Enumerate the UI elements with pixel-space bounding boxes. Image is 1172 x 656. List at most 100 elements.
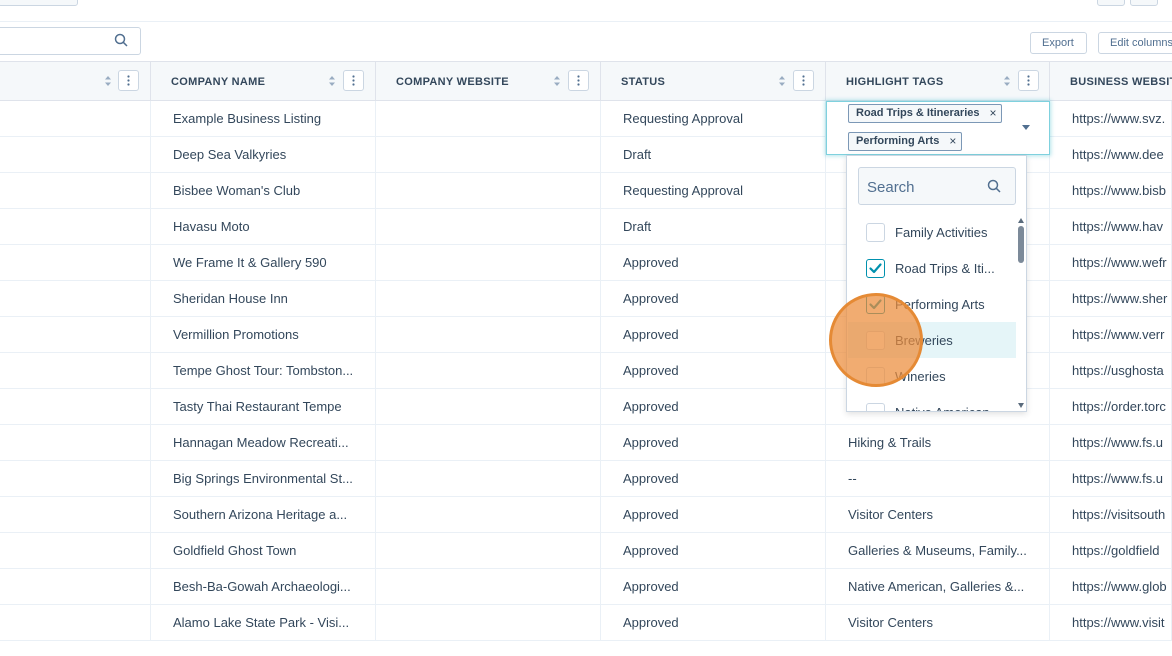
tag-chip[interactable]: Road Trips & Itineraries ×: [848, 104, 1003, 123]
cell-status[interactable]: Approved: [601, 605, 826, 641]
table-row[interactable]: Hannagan Meadow Recreati... Approved Hikin…: [0, 425, 1172, 461]
chevron-down-icon[interactable]: [1022, 125, 1030, 130]
column-header-first[interactable]: [0, 62, 151, 101]
column-options-icon[interactable]: [568, 70, 589, 91]
column-header-business-website[interactable]: BUSINESS WEBSIT: [1050, 62, 1172, 101]
cell-business-website[interactable]: https://www.visit: [1050, 605, 1172, 641]
cell-company-name[interactable]: Bisbee Woman's Club: [151, 173, 376, 209]
cell-first[interactable]: [0, 317, 151, 353]
cell-company-name[interactable]: Vermillion Promotions: [151, 317, 376, 353]
top-right-button[interactable]: [1097, 0, 1125, 6]
cell-first[interactable]: [0, 533, 151, 569]
cell-status[interactable]: Requesting Approval: [601, 173, 826, 209]
cell-first[interactable]: [0, 425, 151, 461]
cell-company-website[interactable]: [376, 569, 601, 605]
cell-company-website[interactable]: [376, 137, 601, 173]
cell-first[interactable]: [0, 569, 151, 605]
cell-company-name[interactable]: Example Business Listing: [151, 101, 376, 137]
cell-status[interactable]: Approved: [601, 425, 826, 461]
cell-first[interactable]: [0, 281, 151, 317]
dropdown-scrollbar[interactable]: [1016, 214, 1026, 411]
cell-first[interactable]: [0, 101, 151, 137]
cell-company-name[interactable]: Tasty Thai Restaurant Tempe: [151, 389, 376, 425]
cell-business-website[interactable]: https://www.fs.u: [1050, 425, 1172, 461]
cell-company-website[interactable]: [376, 209, 601, 245]
table-row[interactable]: Goldfield Ghost Town Approved Galleries & …: [0, 533, 1172, 569]
cell-status[interactable]: Approved: [601, 569, 826, 605]
cell-company-website[interactable]: [376, 353, 601, 389]
cell-company-name[interactable]: Tempe Ghost Tour: Tombston...: [151, 353, 376, 389]
cell-company-website[interactable]: [376, 173, 601, 209]
cell-status[interactable]: Draft: [601, 137, 826, 173]
scroll-up-icon[interactable]: [1018, 218, 1024, 223]
cell-business-website[interactable]: https://www.fs.u: [1050, 461, 1172, 497]
cell-business-website[interactable]: https://order.torc: [1050, 389, 1172, 425]
cell-first[interactable]: [0, 173, 151, 209]
cell-status[interactable]: Approved: [601, 533, 826, 569]
column-header-highlight-tags[interactable]: HIGHLIGHT TAGS: [826, 62, 1050, 101]
cell-company-name[interactable]: Big Springs Environmental St...: [151, 461, 376, 497]
cell-first[interactable]: [0, 137, 151, 173]
cell-company-name[interactable]: Sheridan House Inn: [151, 281, 376, 317]
cell-business-website[interactable]: https://www.bisb: [1050, 173, 1172, 209]
cell-highlight-tags[interactable]: Galleries & Museums, Family...: [826, 533, 1050, 569]
cell-highlight-tags[interactable]: --: [826, 461, 1050, 497]
cell-status[interactable]: Draft: [601, 209, 826, 245]
scroll-down-icon[interactable]: [1018, 403, 1024, 408]
cell-company-website[interactable]: [376, 101, 601, 137]
cell-company-website[interactable]: [376, 389, 601, 425]
cell-business-website[interactable]: https://www.sher: [1050, 281, 1172, 317]
cell-company-website[interactable]: [376, 605, 601, 641]
column-options-icon[interactable]: [118, 70, 139, 91]
checkbox[interactable]: [866, 403, 885, 411]
cell-company-name[interactable]: Goldfield Ghost Town: [151, 533, 376, 569]
sort-icon[interactable]: [1003, 75, 1013, 87]
sort-icon[interactable]: [104, 75, 114, 87]
table-row[interactable]: Big Springs Environmental St... Approved -…: [0, 461, 1172, 497]
top-left-button[interactable]: [0, 0, 78, 6]
column-options-icon[interactable]: [793, 70, 814, 91]
cell-company-website[interactable]: [376, 497, 601, 533]
cell-highlight-tags[interactable]: Visitor Centers: [826, 497, 1050, 533]
cell-first[interactable]: [0, 605, 151, 641]
cell-business-website[interactable]: https://www.svz.: [1050, 101, 1172, 137]
cell-status[interactable]: Approved: [601, 281, 826, 317]
remove-tag-icon[interactable]: ×: [949, 133, 956, 150]
cell-company-website[interactable]: [376, 317, 601, 353]
cell-company-name[interactable]: Hannagan Meadow Recreati...: [151, 425, 376, 461]
cell-company-name[interactable]: Southern Arizona Heritage a...: [151, 497, 376, 533]
cell-first[interactable]: [0, 461, 151, 497]
cell-status[interactable]: Requesting Approval: [601, 101, 826, 137]
cell-company-name[interactable]: Deep Sea Valkyries: [151, 137, 376, 173]
cell-business-website[interactable]: https://visitsouth: [1050, 497, 1172, 533]
cell-highlight-tags[interactable]: Hiking & Trails: [826, 425, 1050, 461]
column-header-company-website[interactable]: COMPANY WEBSITE: [376, 62, 601, 101]
column-header-company-name[interactable]: COMPANY NAME: [151, 62, 376, 101]
cell-status[interactable]: Approved: [601, 245, 826, 281]
checkbox[interactable]: [866, 259, 885, 278]
dropdown-option[interactable]: Family Activities: [848, 214, 1016, 250]
dropdown-option[interactable]: Road Trips & Iti...: [848, 250, 1016, 286]
column-options-icon[interactable]: [343, 70, 364, 91]
sort-icon[interactable]: [328, 75, 338, 87]
table-search-input[interactable]: [0, 27, 141, 55]
table-row[interactable]: Alamo Lake State Park - Visi... Approved V…: [0, 605, 1172, 641]
cell-company-website[interactable]: [376, 245, 601, 281]
export-button[interactable]: Export: [1030, 32, 1087, 54]
cell-business-website[interactable]: https://www.hav: [1050, 209, 1172, 245]
cell-company-name[interactable]: Havasu Moto: [151, 209, 376, 245]
column-header-status[interactable]: STATUS: [601, 62, 826, 101]
checkbox[interactable]: [866, 223, 885, 242]
cell-status[interactable]: Approved: [601, 497, 826, 533]
cell-first[interactable]: [0, 209, 151, 245]
cell-company-website[interactable]: [376, 425, 601, 461]
sort-icon[interactable]: [778, 75, 788, 87]
cell-business-website[interactable]: https://www.dee: [1050, 137, 1172, 173]
cell-company-website[interactable]: [376, 533, 601, 569]
cell-status[interactable]: Approved: [601, 317, 826, 353]
cell-business-website[interactable]: https://www.wefr: [1050, 245, 1172, 281]
cell-highlight-tags[interactable]: Visitor Centers: [826, 605, 1050, 641]
cell-company-website[interactable]: [376, 281, 601, 317]
cell-business-website[interactable]: https://usghosta: [1050, 353, 1172, 389]
remove-tag-icon[interactable]: ×: [989, 105, 996, 122]
